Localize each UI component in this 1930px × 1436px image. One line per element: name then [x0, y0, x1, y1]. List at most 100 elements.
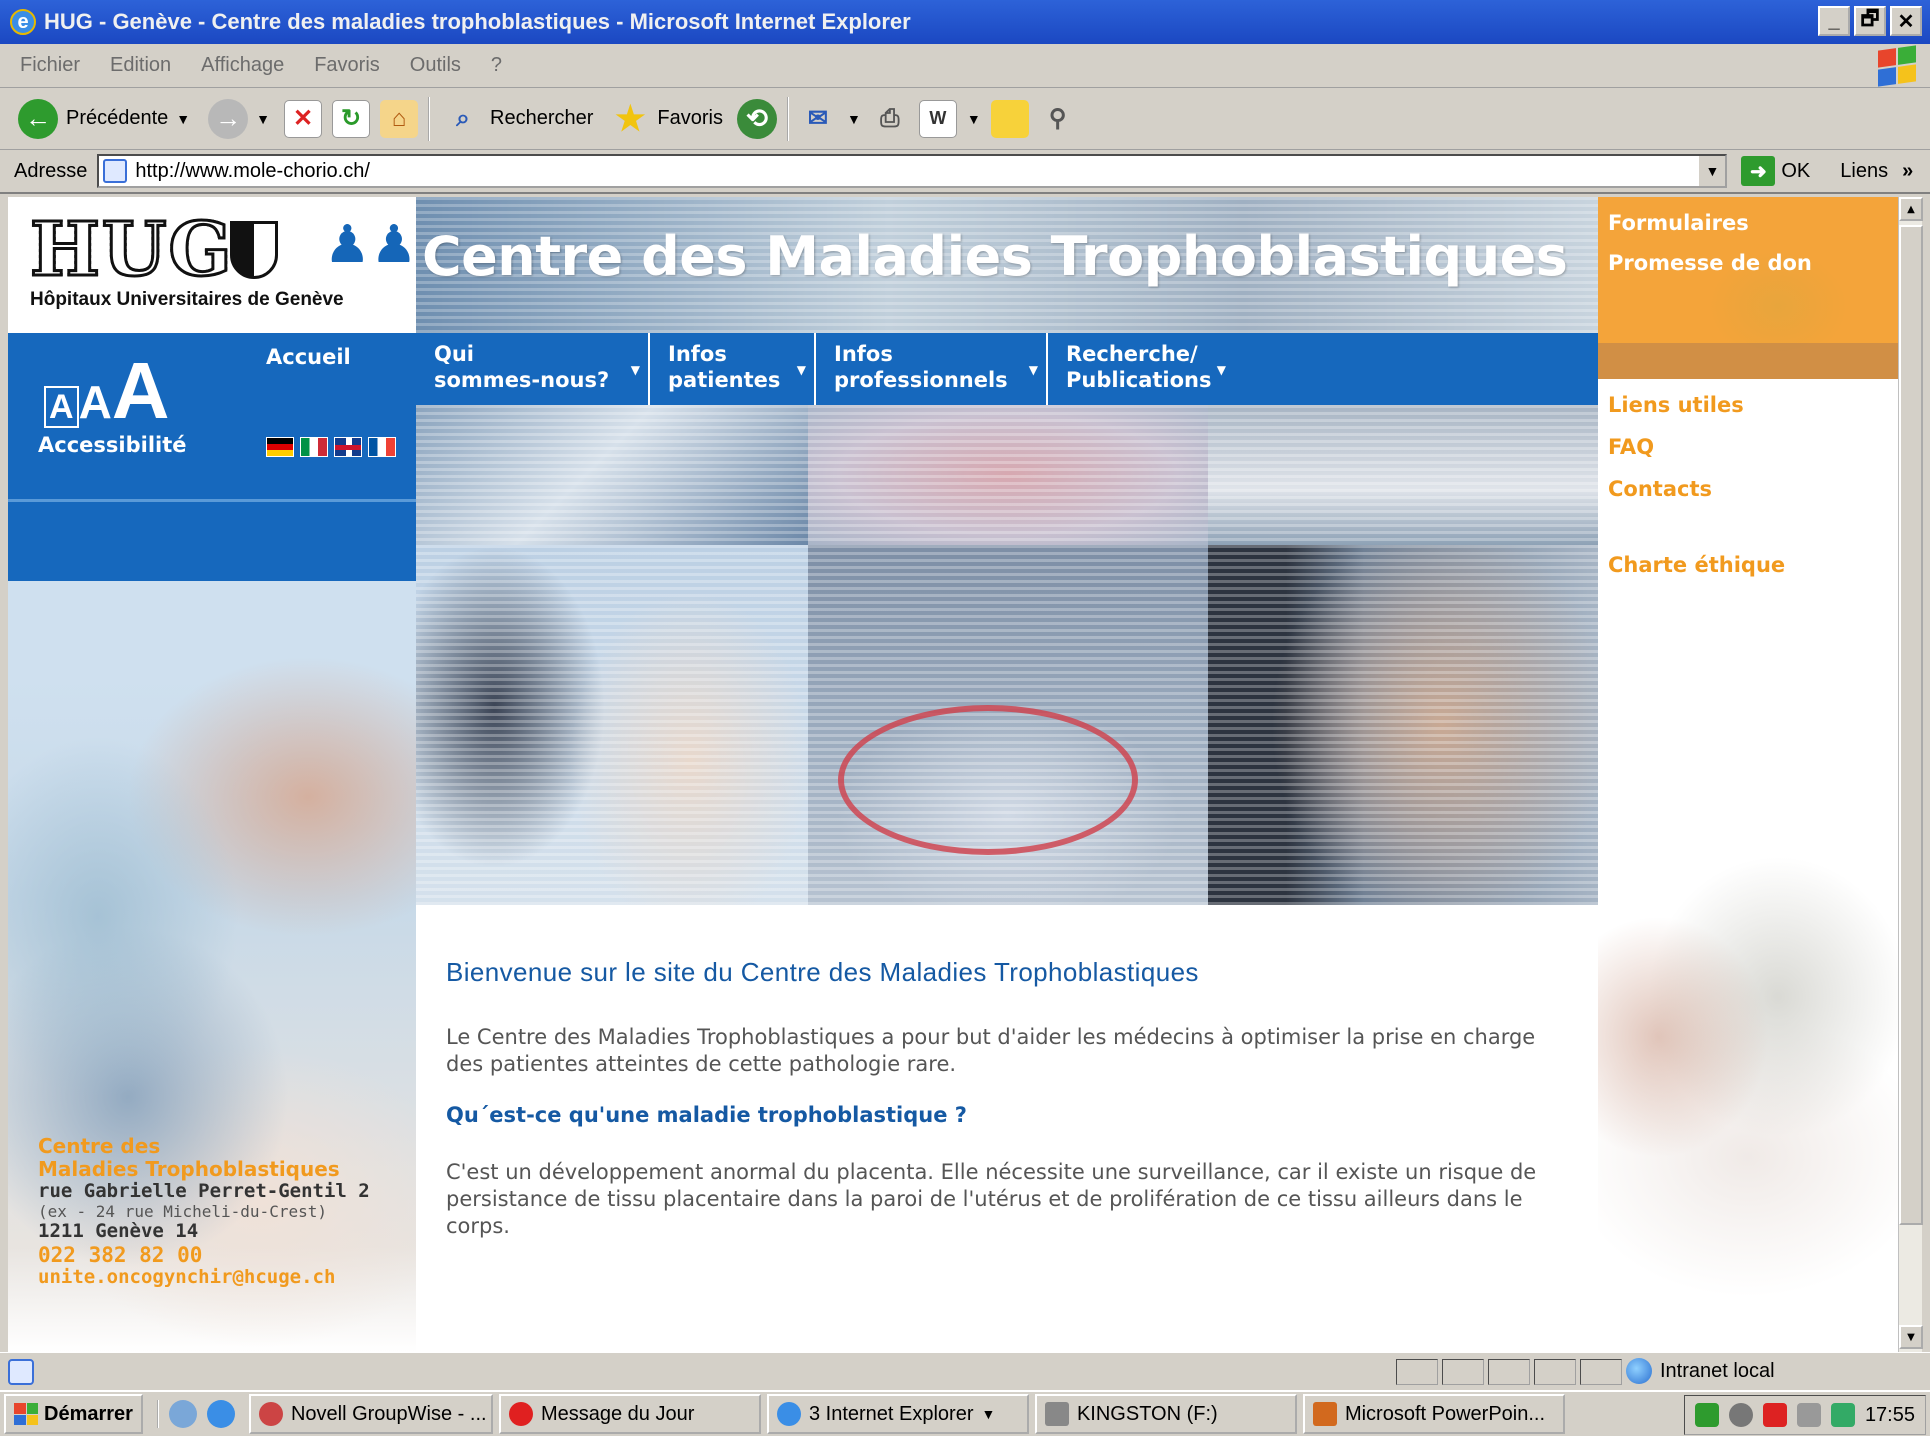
contact-email-link[interactable]: unite.oncogynchir@hcuge.ch	[38, 1266, 370, 1289]
tray-connection-icon[interactable]	[1796, 1403, 1821, 1427]
go-arrow-icon: ➜	[1741, 156, 1776, 186]
window-title: HUG - Genève - Centre des maladies troph…	[44, 9, 911, 34]
favorites-label: Favoris	[657, 107, 723, 129]
go-button[interactable]: ➜ OK	[1741, 156, 1810, 186]
nav-infos-patientes[interactable]: Infos patientes ▼	[650, 333, 816, 405]
tray-nd-icon[interactable]	[1830, 1403, 1855, 1427]
task-group-dropdown-icon[interactable]: ▼	[981, 1406, 995, 1422]
flag-it-icon[interactable]	[300, 437, 328, 457]
web-page: HUG ♟♟ Hôpitaux Universitaires de Genève…	[8, 197, 1898, 1352]
flag-de-icon[interactable]	[266, 437, 294, 457]
home-icon[interactable]: ⌂	[380, 99, 419, 138]
charte-ethique-link[interactable]: Charte éthique	[1608, 553, 1785, 577]
print-icon[interactable]: ⎙	[871, 100, 909, 138]
accessibilite-link[interactable]: Accessibilité	[38, 433, 187, 457]
quick-launch	[156, 1400, 235, 1428]
vertical-scrollbar[interactable]: ▲ ▼	[1898, 197, 1923, 1352]
show-desktop-icon[interactable]	[168, 1400, 197, 1428]
edit-dropdown-icon[interactable]: ▼	[967, 111, 981, 127]
powerpoint-icon	[1312, 1402, 1337, 1426]
back-button[interactable]: ← Précédente ▼	[14, 94, 194, 144]
status-cell	[1580, 1359, 1622, 1385]
toolbar-separator	[786, 96, 789, 141]
address-bar: Adresse http://www.mole-chorio.ch/ ▼ ➜ O…	[0, 150, 1930, 194]
geneva-crest-icon	[230, 221, 278, 279]
tray-antivirus-icon[interactable]	[1762, 1403, 1787, 1427]
menu-favoris[interactable]: Favoris	[314, 54, 380, 77]
taskbar: Démarrer Novell GroupWise - ... Message …	[0, 1390, 1930, 1436]
menu-edition[interactable]: Edition	[110, 54, 171, 77]
flag-uk-icon[interactable]	[334, 437, 362, 457]
contact-street: rue Gabrielle Perret-Gentil 2	[38, 1180, 370, 1202]
flag-fr-icon[interactable]	[368, 437, 396, 457]
center-column: Centre des Maladies Trophoblastiques Qui…	[416, 197, 1598, 1352]
menu-outils[interactable]: Outils	[410, 54, 461, 77]
nav-qui-sommes-nous[interactable]: Qui sommes-nous? ▼	[416, 333, 650, 405]
scroll-thumb[interactable]	[1899, 225, 1923, 1225]
nav-infos-professionnels[interactable]: Infos professionnels ▼	[816, 333, 1048, 405]
links-chevron-icon[interactable]: »	[1902, 160, 1913, 183]
mail-icon[interactable]: ✉	[799, 100, 837, 138]
mail-dropdown-icon[interactable]: ▼	[847, 111, 861, 127]
tray-network-icon[interactable]	[1694, 1403, 1719, 1427]
favorites-star-icon: ★	[615, 99, 646, 138]
drive-icon	[1044, 1402, 1069, 1426]
contacts-link[interactable]: Contacts	[1608, 477, 1712, 501]
address-url[interactable]: http://www.mole-chorio.ch/	[135, 160, 370, 183]
scroll-up-icon[interactable]: ▲	[1899, 197, 1923, 221]
contact-former-address: (ex - 24 rue Micheli-du-Crest)	[38, 1201, 327, 1221]
nav-label-line2: Publications	[1066, 368, 1212, 393]
window-controls: _ 🗗 ✕	[1818, 6, 1922, 36]
chevron-down-icon: ▼	[1216, 363, 1226, 377]
search-icon: ⌕	[456, 104, 470, 132]
task-powerpoint[interactable]: Microsoft PowerPoin...	[1302, 1394, 1565, 1434]
address-input[interactable]: http://www.mole-chorio.ch/ ▼	[97, 154, 1728, 188]
restore-button[interactable]: 🗗	[1854, 6, 1886, 36]
address-dropdown-icon[interactable]: ▼	[1697, 156, 1726, 186]
search-button[interactable]: ⌕ Rechercher	[440, 94, 597, 144]
nav-recherche-publications[interactable]: Recherche/ Publications ▼	[1048, 333, 1234, 405]
status-cell	[1534, 1359, 1576, 1385]
menu-fichier[interactable]: Fichier	[20, 54, 80, 77]
refresh-icon[interactable]: ↻	[332, 99, 371, 138]
task-label: Message du Jour	[540, 1402, 695, 1425]
task-message-du-jour[interactable]: Message du Jour	[498, 1394, 761, 1434]
scroll-down-icon[interactable]: ▼	[1899, 1325, 1923, 1349]
page-icon	[103, 159, 128, 183]
contact-city: 1211 Genève 14	[38, 1220, 199, 1243]
menu-help[interactable]: ?	[491, 54, 502, 77]
intro-paragraph: Le Centre des Maladies Trophoblastiques …	[446, 1025, 1536, 1077]
ie-quicklaunch-icon[interactable]	[206, 1400, 235, 1428]
links-label[interactable]: Liens	[1840, 160, 1888, 183]
question-heading[interactable]: Qu´est-ce qu'une maladie trophoblastique…	[446, 1103, 1566, 1127]
back-arrow-icon: ←	[18, 98, 58, 139]
promesse-de-don-link[interactable]: Promesse de don	[1608, 251, 1812, 275]
nav-label-line2: patientes	[668, 368, 781, 393]
text-size-icon[interactable]: A AA	[44, 345, 170, 437]
task-kingston[interactable]: KINGSTON (F:)	[1034, 1394, 1297, 1434]
favorites-button[interactable]: ★ Favoris	[607, 94, 727, 144]
tray-volume-icon[interactable]	[1728, 1403, 1753, 1427]
task-groupwise[interactable]: Novell GroupWise - ...	[248, 1394, 493, 1434]
forward-button[interactable]: → ▼	[204, 94, 274, 144]
forward-dropdown-icon[interactable]: ▼	[256, 111, 270, 127]
faq-link[interactable]: FAQ	[1608, 435, 1654, 459]
stop-icon[interactable]: ✕	[284, 99, 323, 138]
close-button[interactable]: ✕	[1890, 6, 1922, 36]
menu-affichage[interactable]: Affichage	[201, 54, 284, 77]
edit-word-icon[interactable]: W	[918, 99, 957, 138]
liens-utiles-link[interactable]: Liens utiles	[1608, 393, 1744, 417]
discuss-icon[interactable]	[990, 99, 1029, 138]
back-dropdown-icon[interactable]: ▼	[176, 111, 190, 127]
task-internet-explorer[interactable]: 3 Internet Explorer ▼	[766, 1394, 1029, 1434]
messenger-icon[interactable]: ⚲	[1039, 100, 1077, 138]
start-button[interactable]: Démarrer	[4, 1394, 143, 1434]
minimize-button[interactable]: _	[1818, 6, 1850, 36]
formulaires-link[interactable]: Formulaires	[1608, 211, 1749, 235]
nav-label-line1: Infos	[668, 342, 727, 366]
photo-collage	[416, 405, 1598, 905]
contact-name-2: Maladies Trophoblastiques	[38, 1157, 340, 1181]
accueil-link[interactable]: Accueil	[266, 345, 351, 369]
hug-logo[interactable]: HUG ♟♟ Hôpitaux Universitaires de Genève	[8, 197, 417, 333]
history-icon[interactable]: ⟲	[736, 98, 777, 139]
